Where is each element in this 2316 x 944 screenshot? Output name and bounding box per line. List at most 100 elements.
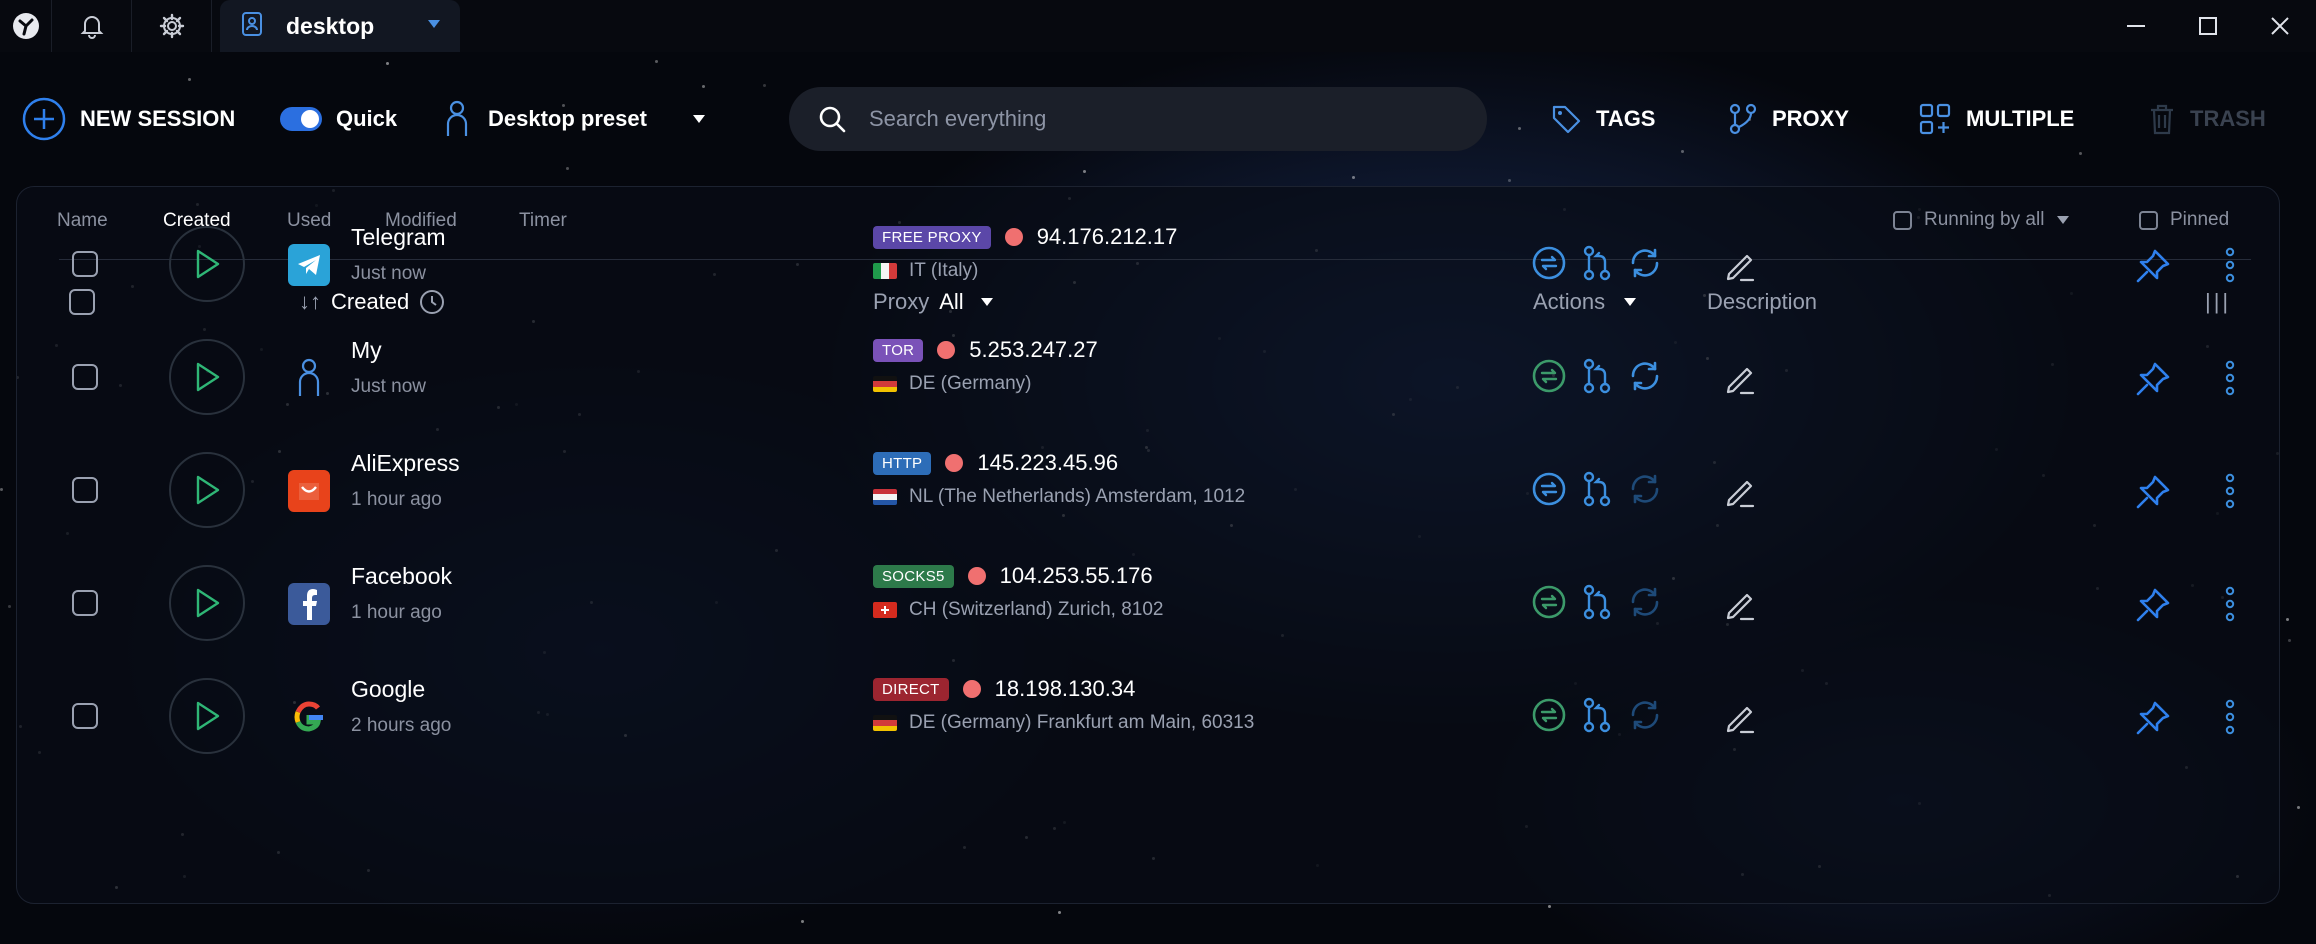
toolbar: NEW SESSION Quick Desktop preset TAGS PR… <box>0 86 2316 152</box>
tab-label: desktop <box>286 12 375 39</box>
chevron-down-icon <box>692 115 705 123</box>
play-button[interactable] <box>169 678 245 754</box>
swap-proxy-icon[interactable] <box>1530 357 1568 395</box>
proxy-branch-icon[interactable] <box>1578 357 1616 395</box>
session-created-time: 2 hours ago <box>351 715 452 736</box>
trash-button[interactable]: TRASH <box>2148 86 2266 152</box>
new-session-button[interactable]: NEW SESSION <box>22 86 235 152</box>
proxy-location: DE (Germany) <box>909 373 1032 394</box>
quick-switch[interactable] <box>280 107 322 131</box>
proxy-ip[interactable]: 104.253.55.176 <box>1000 563 1153 589</box>
more-options-button[interactable] <box>2223 246 2237 289</box>
gear-icon[interactable] <box>132 0 212 52</box>
netherlands-flag <box>873 489 897 505</box>
row-checkbox[interactable] <box>72 590 98 621</box>
session-name[interactable]: Facebook <box>351 563 452 590</box>
row-checkbox[interactable] <box>72 703 98 734</box>
minimize-button[interactable] <box>2100 0 2172 52</box>
proxy-location: NL (The Netherlands) Amsterdam, 1012 <box>909 486 1246 507</box>
tab-desktop[interactable]: desktop <box>220 0 460 52</box>
table-row[interactable]: Facebook 1 hour ago SOCKS5 104.253.55.176 CH… <box>17 547 2279 660</box>
session-name[interactable]: AliExpress <box>351 450 460 477</box>
status-dot <box>967 567 986 585</box>
dropdown-arrow-icon[interactable] <box>426 17 442 35</box>
bell-icon[interactable] <box>52 0 132 52</box>
session-name[interactable]: Telegram <box>351 224 446 251</box>
more-options-button[interactable] <box>2223 698 2237 741</box>
proxy-branch-icon[interactable] <box>1578 696 1616 734</box>
refresh-icon[interactable] <box>1626 244 1664 282</box>
close-button[interactable] <box>2244 0 2316 52</box>
row-checkbox[interactable] <box>72 251 98 282</box>
edit-description-button[interactable] <box>1723 474 1759 515</box>
status-dot <box>945 454 964 472</box>
pin-button[interactable] <box>2133 585 2173 630</box>
session-name[interactable]: Google <box>351 676 451 703</box>
table-row[interactable]: Telegram Just now FREE PROXY 94.176.212.17 I… <box>17 208 2279 321</box>
title-bar: desktop <box>0 0 2316 52</box>
proxy-ip[interactable]: 94.176.212.17 <box>1037 224 1178 250</box>
quick-toggle[interactable]: Quick <box>280 86 397 152</box>
proxy-location: CH (Switzerland) Zurich, 8102 <box>909 599 1164 620</box>
app-logo-icon[interactable] <box>0 0 52 52</box>
tags-label: TAGS <box>1596 106 1656 131</box>
pin-button[interactable] <box>2133 359 2173 404</box>
preset-select[interactable]: Desktop preset <box>444 86 707 152</box>
proxy-branch-icon[interactable] <box>1578 244 1616 282</box>
edit-description-button[interactable] <box>1723 248 1759 289</box>
multiple-button[interactable]: MULTIPLE <box>1918 86 2074 152</box>
pin-icon <box>2136 701 2170 735</box>
pin-icon <box>2136 249 2170 283</box>
more-options-button[interactable] <box>2223 359 2237 402</box>
proxy-type-badge: HTTP <box>873 451 932 475</box>
edit-description-button[interactable] <box>1723 587 1759 628</box>
pin-button[interactable] <box>2133 246 2173 291</box>
proxy-button[interactable]: PROXY <box>1728 86 1849 152</box>
refresh-icon[interactable] <box>1626 696 1664 734</box>
proxy-branch-icon[interactable] <box>1578 470 1616 508</box>
session-created-time: Just now <box>351 263 426 284</box>
search-input[interactable] <box>869 106 1429 132</box>
proxy-ip[interactable]: 145.223.45.96 <box>977 450 1118 476</box>
swap-proxy-icon[interactable] <box>1530 583 1568 621</box>
swap-proxy-icon[interactable] <box>1530 696 1568 734</box>
italy-flag <box>873 263 897 279</box>
pin-button[interactable] <box>2133 472 2173 517</box>
pencil-icon <box>1726 254 1755 282</box>
maximize-button[interactable] <box>2172 0 2244 52</box>
table-row[interactable]: My Just now TOR 5.253.247.27 DE (Germany) <box>17 321 2279 434</box>
row-checkbox[interactable] <box>72 477 98 508</box>
multiple-grid-icon <box>1919 103 1951 135</box>
edit-description-button[interactable] <box>1723 700 1759 741</box>
tags-button[interactable]: TAGS <box>1550 86 1655 152</box>
table-row[interactable]: AliExpress 1 hour ago HTTP 145.223.45.96 NL … <box>17 434 2279 547</box>
new-session-label: NEW SESSION <box>80 106 236 131</box>
swap-proxy-icon[interactable] <box>1530 470 1568 508</box>
row-checkbox[interactable] <box>72 364 98 395</box>
proxy-branch-icon[interactable] <box>1578 583 1616 621</box>
play-button[interactable] <box>169 339 245 415</box>
refresh-icon[interactable] <box>1626 470 1664 508</box>
plus-circle-icon <box>22 97 66 141</box>
play-button[interactable] <box>169 565 245 641</box>
search-bar[interactable] <box>789 87 1487 151</box>
trash-icon <box>2151 104 2173 135</box>
status-dot <box>937 341 956 359</box>
table-row[interactable]: Google 2 hours ago DIRECT 18.198.130.34 DE (… <box>17 660 2279 773</box>
proxy-ip[interactable]: 5.253.247.27 <box>969 337 1097 363</box>
edit-description-button[interactable] <box>1723 361 1759 402</box>
more-options-button[interactable] <box>2223 472 2237 515</box>
refresh-icon[interactable] <box>1626 357 1664 395</box>
refresh-icon[interactable] <box>1626 583 1664 621</box>
proxy-branch-icon <box>1729 103 1757 135</box>
play-button[interactable] <box>169 226 245 302</box>
more-options-button[interactable] <box>2223 585 2237 628</box>
session-created-time: 1 hour ago <box>351 602 442 623</box>
pencil-icon <box>1726 593 1755 621</box>
session-name[interactable]: My <box>351 337 426 364</box>
pin-button[interactable] <box>2133 698 2173 743</box>
proxy-ip[interactable]: 18.198.130.34 <box>995 676 1136 702</box>
play-button[interactable] <box>169 452 245 528</box>
switzerland-flag <box>873 602 897 618</box>
swap-proxy-icon[interactable] <box>1530 244 1568 282</box>
